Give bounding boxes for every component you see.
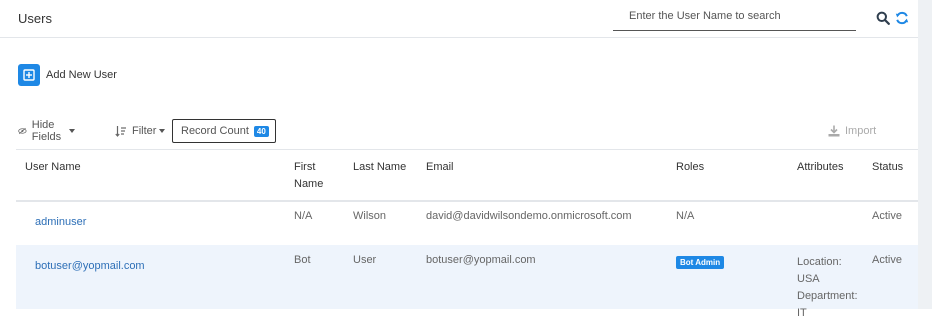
user-name-link[interactable]: botuser@yopmail.com: [35, 258, 145, 275]
chevron-down-icon: [159, 129, 166, 133]
email-cell: botuser@yopmail.com: [426, 254, 536, 266]
last-name-cell: User: [353, 254, 377, 266]
record-count-button[interactable]: Record Count 40: [172, 119, 276, 143]
header: Users: [0, 0, 918, 38]
user-name-link[interactable]: adminuser: [35, 214, 86, 231]
col-user-name[interactable]: User Name: [25, 159, 81, 176]
chevron-down-icon: [69, 129, 76, 133]
eye-slash-icon: [18, 127, 27, 135]
last-name-cell: Wilson: [353, 210, 387, 222]
col-last-name[interactable]: Last Name: [353, 159, 406, 176]
plus-square-icon: [18, 64, 40, 86]
table-header: User Name First Name Last Name Email Rol…: [16, 149, 918, 202]
hide-fields-button[interactable]: Hide Fields: [18, 119, 76, 143]
attributes-cell: Location: USA Department: IT: [797, 256, 858, 319]
status-cell: Active: [872, 210, 902, 222]
roles-cell: N/A: [676, 210, 695, 222]
table-row: adminuser N/A Wilson david@davidwilsonde…: [16, 201, 918, 245]
role-badge: Bot Admin: [676, 256, 725, 269]
page-title: Users: [18, 11, 52, 26]
record-count-badge: 40: [253, 125, 269, 137]
search-box: [613, 0, 860, 31]
first-name-cell: N/A: [294, 210, 313, 222]
sort-filter-icon: [115, 126, 126, 137]
hide-fields-label: Hide Fields: [31, 119, 62, 143]
filter-label: Filter: [132, 125, 157, 137]
email-cell: david@davidwilsondemo.onmicrosoft.com: [426, 210, 632, 222]
col-first-name[interactable]: First Name: [294, 159, 334, 193]
first-name-cell: Bot: [294, 254, 311, 266]
col-roles[interactable]: Roles: [676, 159, 704, 176]
table-row: botuser@yopmail.com Bot User botuser@yop…: [16, 245, 918, 319]
refresh-icon[interactable]: [895, 11, 909, 25]
import-label: Import: [845, 125, 877, 137]
add-user-button[interactable]: Add New User: [18, 64, 117, 86]
col-status[interactable]: Status: [872, 159, 903, 176]
record-count-label: Record Count: [181, 125, 249, 137]
add-user-label: Add New User: [46, 69, 117, 81]
status-cell: Active: [872, 254, 902, 266]
search-input[interactable]: [613, 6, 860, 26]
vertical-scrollbar[interactable]: [918, 0, 932, 309]
filter-button[interactable]: Filter: [115, 119, 166, 143]
col-attributes[interactable]: Attributes: [797, 159, 843, 176]
import-button[interactable]: Import: [828, 124, 876, 138]
main-panel: Users Add New User Hide Fields Filter: [0, 0, 918, 319]
download-icon: [828, 125, 840, 137]
col-email[interactable]: Email: [426, 159, 454, 176]
search-icon[interactable]: [876, 11, 890, 25]
